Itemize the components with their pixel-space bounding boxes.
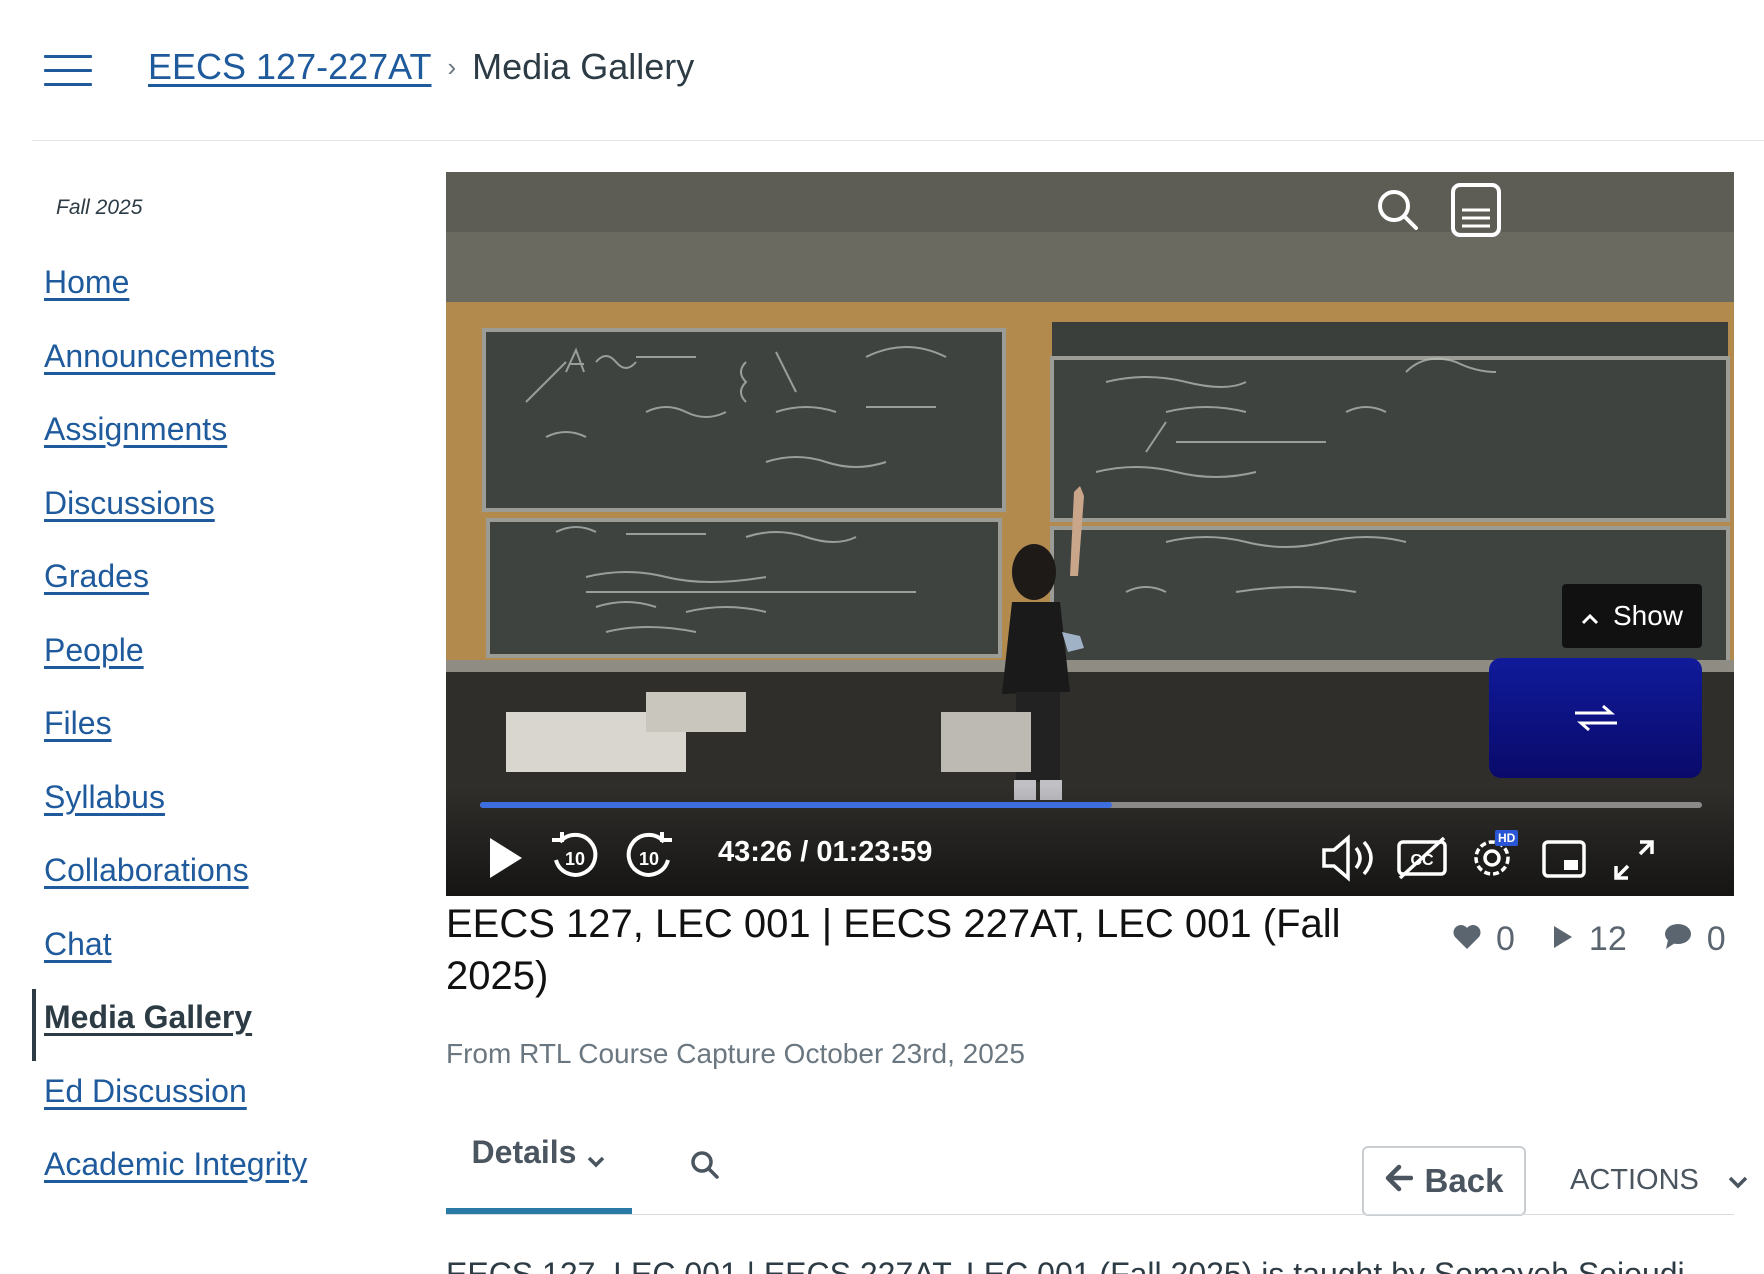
breadcrumb-separator-icon: › bbox=[447, 51, 457, 82]
transcript-icon[interactable] bbox=[1450, 182, 1502, 243]
nav-link[interactable]: Home bbox=[44, 264, 129, 301]
tab-search-icon[interactable] bbox=[690, 1150, 720, 1185]
volume-icon[interactable] bbox=[1320, 834, 1376, 887]
rewind-seconds-label: 10 bbox=[565, 849, 585, 869]
nav-link[interactable]: Chat bbox=[44, 926, 112, 963]
show-transcript-button[interactable]: Show bbox=[1562, 584, 1702, 648]
term-label: Fall 2025 bbox=[56, 196, 143, 219]
fullscreen-icon[interactable] bbox=[1612, 838, 1656, 887]
back-button-label: Back bbox=[1424, 1162, 1504, 1199]
chevron-down-icon bbox=[1727, 1164, 1749, 1197]
nav-link-active[interactable]: Media Gallery bbox=[44, 999, 252, 1036]
page-header: EECS 127-227AT › Media Gallery bbox=[0, 0, 1764, 141]
nav-item-chat[interactable]: Chat bbox=[32, 914, 412, 988]
progress-fill bbox=[480, 802, 1112, 808]
nav-link[interactable]: Ed Discussion bbox=[44, 1073, 247, 1110]
comments-count: 0 bbox=[1706, 920, 1726, 958]
media-title: EECS 127, LEC 001 | EECS 227AT, LEC 001 … bbox=[446, 902, 1341, 998]
actions-dropdown[interactable]: ACTIONS bbox=[1570, 1164, 1749, 1197]
course-nav: Home Announcements Assignments Discussio… bbox=[32, 252, 412, 1208]
progress-bar[interactable] bbox=[480, 802, 1702, 808]
chevron-up-icon bbox=[1581, 600, 1599, 632]
secondary-stream-thumbnail[interactable] bbox=[1489, 658, 1702, 778]
forward-seconds-label: 10 bbox=[639, 849, 659, 869]
nav-item-grades[interactable]: Grades bbox=[32, 546, 412, 620]
nav-link[interactable]: Grades bbox=[44, 558, 149, 595]
swap-streams-icon bbox=[1574, 704, 1617, 732]
nav-item-syllabus[interactable]: Syllabus bbox=[32, 767, 412, 841]
chevron-down-icon bbox=[586, 1140, 606, 1177]
comments-stat[interactable]: 0 bbox=[1663, 920, 1726, 959]
media-source-date: From RTL Course Capture October 23rd, 20… bbox=[446, 1038, 1025, 1069]
play-count-icon bbox=[1551, 920, 1575, 959]
hd-badge: HD bbox=[1495, 830, 1519, 846]
forward-icon[interactable]: 10 bbox=[622, 830, 676, 889]
tabs-divider bbox=[446, 1214, 1734, 1215]
likes-count: 0 bbox=[1496, 920, 1515, 958]
header-divider bbox=[32, 140, 1764, 141]
plays-stat: 12 bbox=[1551, 920, 1627, 959]
play-icon[interactable] bbox=[486, 836, 526, 885]
nav-link[interactable]: People bbox=[44, 632, 144, 669]
nav-item-collaborations[interactable]: Collaborations bbox=[32, 840, 412, 914]
nav-item-files[interactable]: Files bbox=[32, 693, 412, 767]
search-icon[interactable] bbox=[1374, 186, 1422, 239]
nav-item-people[interactable]: People bbox=[32, 620, 412, 694]
pip-icon[interactable] bbox=[1542, 840, 1586, 883]
comment-icon bbox=[1663, 920, 1693, 959]
nav-link[interactable]: Assignments bbox=[44, 411, 227, 448]
breadcrumb-current-page: Media Gallery bbox=[472, 46, 695, 87]
nav-link[interactable]: Announcements bbox=[44, 338, 275, 375]
nav-link[interactable]: Discussions bbox=[44, 485, 215, 522]
breadcrumb: EECS 127-227AT › Media Gallery bbox=[148, 46, 694, 88]
video-player[interactable]: Show 10 10 43:26 / 01:23:59 CC HD bbox=[446, 172, 1734, 896]
nav-link[interactable]: Collaborations bbox=[44, 852, 249, 889]
nav-item-announcements[interactable]: Announcements bbox=[32, 326, 412, 400]
tab-details-label: Details bbox=[471, 1134, 577, 1170]
nav-item-academic-integrity[interactable]: Academic Integrity bbox=[32, 1134, 412, 1208]
nav-item-home[interactable]: Home bbox=[32, 252, 412, 326]
show-button-label: Show bbox=[1612, 600, 1684, 631]
media-description: EECS 127, LEC 001 | EECS 227AT, LEC 001 … bbox=[446, 1256, 1685, 1274]
nav-item-ed-discussion[interactable]: Ed Discussion bbox=[32, 1061, 412, 1135]
back-button[interactable]: Back bbox=[1362, 1146, 1526, 1216]
nav-item-discussions[interactable]: Discussions bbox=[32, 473, 412, 547]
nav-link[interactable]: Files bbox=[44, 705, 112, 742]
plays-count: 12 bbox=[1588, 920, 1627, 958]
nav-link[interactable]: Academic Integrity bbox=[44, 1146, 307, 1183]
menu-icon[interactable] bbox=[44, 55, 92, 89]
actions-label: ACTIONS bbox=[1570, 1164, 1699, 1196]
likes-stat[interactable]: 0 bbox=[1452, 920, 1515, 959]
rewind-icon[interactable]: 10 bbox=[548, 830, 602, 889]
captions-off-icon[interactable]: CC bbox=[1396, 836, 1448, 885]
nav-item-assignments[interactable]: Assignments bbox=[32, 399, 412, 473]
nav-link[interactable]: Syllabus bbox=[44, 779, 165, 816]
nav-item-media-gallery[interactable]: Media Gallery bbox=[32, 987, 412, 1061]
time-display: 43:26 / 01:23:59 bbox=[718, 836, 933, 868]
breadcrumb-course-link[interactable]: EECS 127-227AT bbox=[148, 46, 431, 88]
heart-icon bbox=[1452, 920, 1482, 959]
media-stats: 0 12 0 bbox=[1452, 920, 1726, 959]
tab-details[interactable]: Details bbox=[446, 1134, 632, 1214]
arrow-left-icon bbox=[1385, 1162, 1413, 1200]
